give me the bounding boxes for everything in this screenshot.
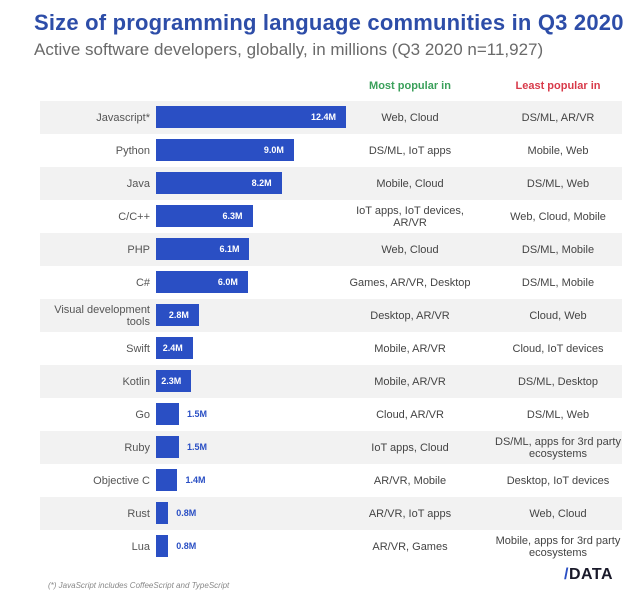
- language-label: Go: [135, 408, 150, 421]
- table-row: Swift 2.4M Mobile, AR/VR Cloud, IoT devices: [40, 332, 622, 365]
- least-popular-cell: DS/ML, apps for 3rd party ecosystems: [495, 435, 621, 460]
- data-label: 1.5M: [186, 409, 207, 419]
- least-popular-cell: Cloud, IoT devices: [512, 342, 604, 355]
- jetbrains-data-logo: /DATA: [564, 566, 613, 584]
- language-label: Visual development tools: [54, 303, 150, 328]
- most-popular-cell: AR/VR, Mobile: [373, 474, 447, 487]
- language-label: Lua: [131, 540, 150, 553]
- least-popular-cell: DS/ML, Web: [526, 408, 590, 421]
- table-row: C/C++ 6.3M IoT apps, IoT devices, AR/VR Web…: [40, 200, 622, 233]
- least-popular-cell: Cloud, Web: [529, 309, 587, 322]
- table-row: Rust 0.8M AR/VR, IoT apps Web, Cloud: [40, 497, 622, 530]
- bar: [156, 403, 179, 425]
- language-label: Objective C: [93, 474, 150, 487]
- most-popular-cell: Web, Cloud: [381, 111, 439, 124]
- table-row: Python 9.0M DS/ML, IoT apps Mobile, Web: [40, 134, 622, 167]
- language-label: Python: [115, 144, 150, 157]
- table-row: Lua 0.8M AR/VR, Games Mobile, apps for 3rd …: [40, 530, 622, 563]
- data-label: 2.4M: [162, 343, 183, 353]
- data-label: 8.2M: [251, 178, 272, 188]
- data-label: 12.4M: [310, 112, 336, 122]
- data-label: 9.0M: [263, 145, 284, 155]
- language-label: Rust: [127, 507, 150, 520]
- bar: [156, 502, 169, 524]
- data-label: 2.8M: [168, 310, 189, 320]
- least-popular-header: Least popular in: [515, 80, 601, 92]
- least-popular-cell: DS/ML, Mobile: [521, 276, 595, 289]
- language-label: C/C++: [118, 210, 150, 223]
- language-label: Javascript*: [96, 111, 150, 124]
- most-popular-cell: IoT apps, Cloud: [371, 441, 449, 454]
- most-popular-cell: Desktop, AR/VR: [370, 309, 450, 322]
- data-label: 6.0M: [217, 277, 238, 287]
- bar: [156, 535, 169, 557]
- data-label: 0.8M: [176, 541, 197, 551]
- language-label: C#: [135, 276, 150, 289]
- least-popular-cell: Mobile, apps for 3rd party ecosystems: [495, 534, 621, 559]
- chart-subtitle: Active software developers, globally, in…: [34, 40, 544, 59]
- data-label: 1.4M: [185, 475, 206, 485]
- chart-rows: Javascript* 12.4M Web, Cloud DS/ML, AR/VR Py…: [40, 101, 622, 563]
- chart-title: Size of programming language communities…: [34, 10, 624, 35]
- logo-text: DATA: [568, 566, 614, 583]
- table-row: Visual development tools 2.8M Desktop, AR/…: [40, 299, 622, 332]
- most-popular-cell: Web, Cloud: [381, 243, 439, 256]
- most-popular-cell: Mobile, AR/VR: [374, 342, 446, 355]
- least-popular-cell: DS/ML, Web: [526, 177, 590, 190]
- data-label: 6.1M: [219, 244, 240, 254]
- data-label: 1.5M: [186, 442, 207, 452]
- language-label: Java: [126, 177, 150, 190]
- data-label: 2.3M: [161, 376, 182, 386]
- table-row: Ruby 1.5M IoT apps, Cloud DS/ML, apps for 3…: [40, 431, 622, 464]
- most-popular-cell: AR/VR, IoT apps: [368, 507, 452, 520]
- table-row: Go 1.5M Cloud, AR/VR DS/ML, Web: [40, 398, 622, 431]
- table-row: C# 6.0M Games, AR/VR, Desktop DS/ML, Mobile: [40, 266, 622, 299]
- table-row: Kotlin 2.3M Mobile, AR/VR DS/ML, Desktop: [40, 365, 622, 398]
- language-label: Ruby: [124, 441, 150, 454]
- most-popular-cell: Cloud, AR/VR: [376, 408, 444, 421]
- data-label: 6.3M: [222, 211, 243, 221]
- data-label: 0.8M: [176, 508, 197, 518]
- least-popular-cell: Mobile, Web: [527, 144, 589, 157]
- least-popular-cell: Desktop, IoT devices: [506, 474, 610, 487]
- language-label: Swift: [126, 342, 150, 355]
- table-row: PHP 6.1M Web, Cloud DS/ML, Mobile: [40, 233, 622, 266]
- language-label: PHP: [127, 243, 150, 256]
- least-popular-cell: Web, Cloud: [529, 507, 587, 520]
- table-row: Java 8.2M Mobile, Cloud DS/ML, Web: [40, 167, 622, 200]
- most-popular-cell: Mobile, Cloud: [376, 177, 444, 190]
- most-popular-cell: Games, AR/VR, Desktop: [349, 276, 471, 289]
- least-popular-cell: DS/ML, Desktop: [517, 375, 599, 388]
- bar: [156, 469, 178, 491]
- most-popular-cell: Mobile, AR/VR: [374, 375, 446, 388]
- most-popular-cell: IoT apps, IoT devices, AR/VR: [356, 204, 464, 229]
- most-popular-cell: DS/ML, IoT apps: [368, 144, 452, 157]
- bar: [156, 436, 179, 458]
- most-popular-cell: AR/VR, Games: [372, 540, 448, 553]
- table-row: Javascript* 12.4M Web, Cloud DS/ML, AR/VR: [40, 101, 622, 134]
- language-label: Kotlin: [122, 375, 150, 388]
- least-popular-cell: Web, Cloud, Mobile: [510, 210, 606, 223]
- table-row: Objective C 1.4M AR/VR, Mobile Desktop, IoT…: [40, 464, 622, 497]
- least-popular-cell: DS/ML, Mobile: [521, 243, 595, 256]
- most-popular-header: Most popular in: [369, 80, 451, 92]
- least-popular-cell: DS/ML, AR/VR: [521, 111, 595, 124]
